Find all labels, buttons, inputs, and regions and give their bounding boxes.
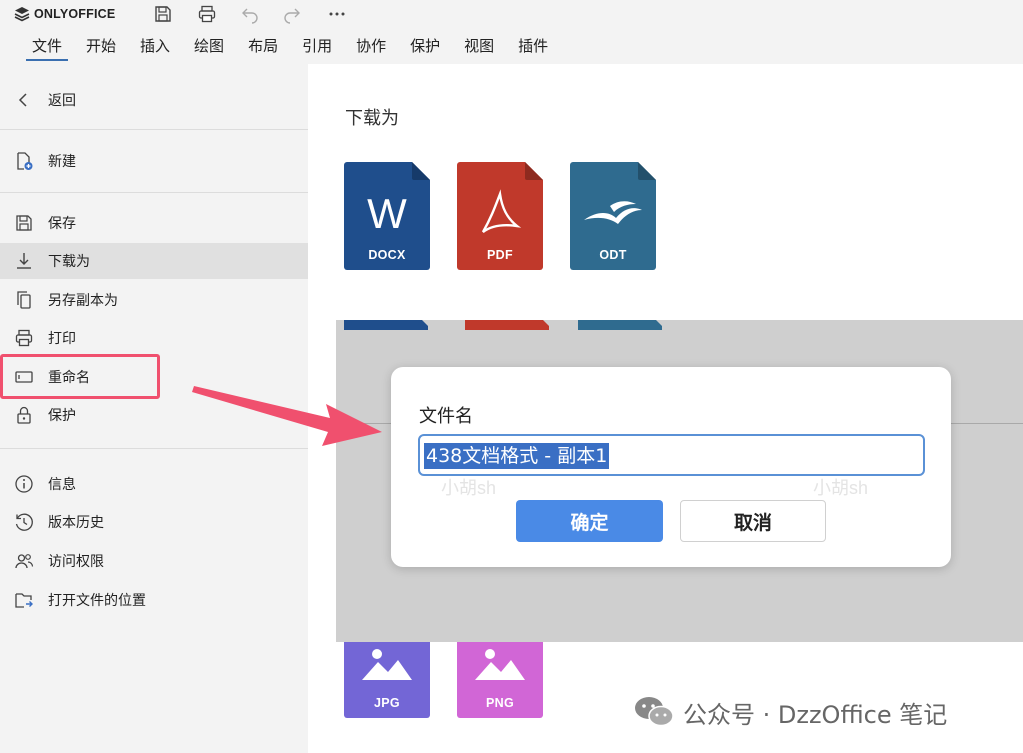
print-icon <box>198 5 216 23</box>
watermark-text: 小胡sh <box>813 478 869 498</box>
sidebar-item-label: 返回 <box>48 93 76 109</box>
format-label: JPG <box>374 696 400 710</box>
save-icon <box>14 213 34 233</box>
menu-tabs: 文件 开始 插入 绘图 布局 引用 协作 保护 视图 插件 <box>20 34 560 61</box>
format-label: ODT <box>599 248 627 262</box>
sidebar-item-label: 访问权限 <box>48 554 104 570</box>
save-icon <box>155 6 171 22</box>
page-title: 下载为 <box>345 108 399 129</box>
format-pdf[interactable]: PDF <box>457 162 543 270</box>
sidebar-item-label: 打开文件的位置 <box>48 593 146 609</box>
folder-open-icon <box>14 590 34 610</box>
app-brand-name: ONLYOFFICE <box>34 7 116 21</box>
tab-insert[interactable]: 插入 <box>128 34 182 60</box>
undo-icon <box>242 8 258 24</box>
footer-text: 公众号 · DzzOffice 笔记 <box>683 700 948 729</box>
more-button[interactable] <box>324 2 350 26</box>
sidebar-item-label: 保存 <box>48 216 76 232</box>
footer-watermark: 公众号 · DzzOffice 笔记 <box>633 694 947 730</box>
format-odt[interactable]: ODT <box>570 162 656 270</box>
redo-icon <box>284 8 300 24</box>
sidebar-item-save[interactable]: 保存 <box>0 205 308 241</box>
tab-draw[interactable]: 绘图 <box>182 34 236 60</box>
annotation-arrow <box>192 386 382 446</box>
new-document-icon <box>14 151 34 171</box>
tab-file[interactable]: 文件 <box>20 34 74 61</box>
sidebar-item-save-copy-as[interactable]: 另存副本为 <box>0 282 308 318</box>
cancel-button[interactable]: 取消 <box>680 500 826 542</box>
redo-button[interactable] <box>279 2 305 26</box>
sidebar-item-label: 信息 <box>48 477 76 493</box>
sidebar-item-label: 另存副本为 <box>48 293 118 309</box>
divider <box>0 129 308 130</box>
tab-home[interactable]: 开始 <box>74 34 128 60</box>
tab-collaboration[interactable]: 协作 <box>344 34 398 60</box>
layers-icon <box>14 7 30 22</box>
format-docx[interactable]: W DOCX <box>344 162 430 270</box>
wechat-icon <box>635 697 674 727</box>
sidebar-item-print[interactable]: 打印 <box>0 320 308 356</box>
sidebar-item-label: 打印 <box>48 331 76 347</box>
tab-protection[interactable]: 保护 <box>398 34 452 60</box>
sidebar-item-back[interactable]: 返回 <box>0 82 308 118</box>
sidebar-item-label: 保护 <box>48 408 76 424</box>
copy-icon <box>14 290 34 310</box>
history-icon <box>14 512 34 532</box>
divider <box>0 192 308 193</box>
sidebar-item-new[interactable]: 新建 <box>0 143 308 179</box>
tab-view[interactable]: 视图 <box>452 34 506 60</box>
watermark-text: 小胡sh <box>441 478 497 498</box>
ok-button[interactable]: 确定 <box>516 500 663 542</box>
sidebar-item-info[interactable]: 信息 <box>0 466 308 502</box>
sidebar-item-open-location[interactable]: 打开文件的位置 <box>0 582 308 618</box>
app-logo: ONLYOFFICE <box>14 5 115 23</box>
lock-icon <box>14 405 34 425</box>
sidebar-item-label: 下载为 <box>48 254 90 270</box>
print-icon <box>14 328 34 348</box>
rename-highlight-box <box>0 354 160 399</box>
top-bar: ONLYOFFICE 文件 开始 插入 绘图 布局 引用 协作 保护 视图 插件 <box>0 0 1023 64</box>
sidebar-item-download-as[interactable]: 下载为 <box>0 243 308 279</box>
docx-letter: W <box>367 190 407 237</box>
sidebar-item-access-rights[interactable]: 访问权限 <box>0 543 308 579</box>
hidden-format-icons-edge <box>344 320 662 330</box>
file-name-selected-text: 438文档格式 - 副本1 <box>424 443 610 469</box>
format-label: PNG <box>486 696 514 710</box>
more-icon <box>329 12 345 16</box>
quick-save-button[interactable] <box>150 2 176 26</box>
tab-layout[interactable]: 布局 <box>236 34 290 60</box>
sidebar-item-label: 版本历史 <box>48 515 104 531</box>
download-icon <box>14 251 34 271</box>
chevron-left-icon <box>14 90 34 110</box>
format-label: PDF <box>487 248 513 262</box>
info-icon <box>14 474 34 494</box>
tab-references[interactable]: 引用 <box>290 34 344 60</box>
tab-plugins[interactable]: 插件 <box>506 34 560 60</box>
file-name-label: 文件名 <box>419 406 473 427</box>
users-icon <box>14 551 34 571</box>
undo-button[interactable] <box>237 2 263 26</box>
sidebar-item-version-history[interactable]: 版本历史 <box>0 504 308 540</box>
quick-print-button[interactable] <box>194 2 220 26</box>
format-label: DOCX <box>368 248 406 262</box>
sidebar-item-label: 新建 <box>48 154 76 170</box>
